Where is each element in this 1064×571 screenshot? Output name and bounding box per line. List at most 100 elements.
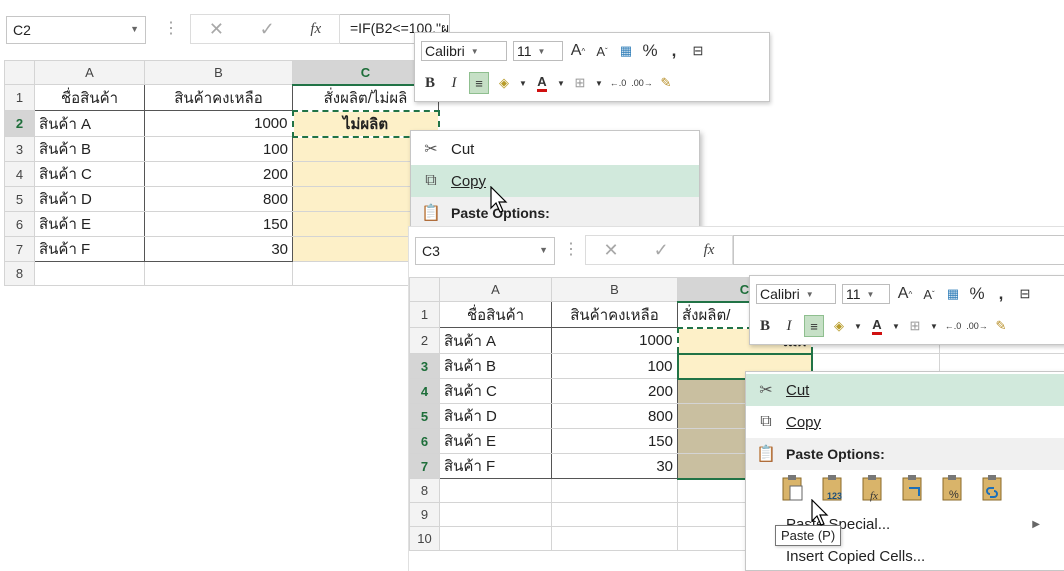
row-header[interactable]: 8: [5, 262, 35, 286]
paste-formulas-icon[interactable]: fx: [860, 474, 886, 502]
row-header[interactable]: 4: [5, 162, 35, 187]
cell-name[interactable]: สินค้า F: [440, 454, 552, 479]
formula-input[interactable]: [733, 235, 1064, 265]
chevron-down-icon[interactable]: ▼: [892, 316, 900, 336]
col-header-a[interactable]: A: [35, 61, 145, 85]
cell-empty[interactable]: [35, 262, 145, 286]
font-size-select[interactable]: 11▼: [842, 284, 890, 304]
font-color-icon[interactable]: A: [533, 73, 551, 93]
decrease-decimal-icon[interactable]: .00→: [968, 316, 986, 336]
insert-function-icon[interactable]: fx: [704, 242, 715, 259]
paste-link-icon[interactable]: [980, 474, 1006, 502]
cell-qty[interactable]: 200: [552, 379, 678, 404]
row-header[interactable]: 6: [5, 212, 35, 237]
row-header[interactable]: 3: [5, 137, 35, 162]
cancel-icon[interactable]: ✕: [209, 19, 224, 40]
percent-style-icon[interactable]: %: [641, 41, 659, 61]
formula-bar-grip[interactable]: ⋮: [163, 18, 175, 38]
comma-style-icon[interactable]: ,: [665, 41, 683, 61]
italic-icon[interactable]: I: [445, 73, 463, 93]
borders-format-icon[interactable]: ⊟: [1016, 284, 1034, 304]
font-color-icon[interactable]: A: [868, 316, 886, 336]
font-size-select[interactable]: 11▼: [513, 41, 563, 61]
cell-name[interactable]: สินค้า D: [35, 187, 145, 212]
cell-name[interactable]: สินค้า A: [440, 328, 552, 354]
cell-qty[interactable]: 1000: [145, 111, 293, 137]
increase-font-icon[interactable]: A^: [896, 284, 914, 304]
cell-name[interactable]: สินค้า E: [35, 212, 145, 237]
cell-name[interactable]: สินค้า A: [35, 111, 145, 137]
paste-formatting-icon[interactable]: %: [940, 474, 966, 502]
center-align-icon[interactable]: ≡: [804, 315, 824, 337]
cell-empty[interactable]: [440, 503, 552, 527]
cell-qty[interactable]: 30: [145, 237, 293, 262]
col-header-b[interactable]: B: [552, 278, 678, 302]
row-header[interactable]: 5: [410, 404, 440, 429]
comma-style-icon[interactable]: ,: [992, 284, 1010, 304]
row-header[interactable]: 4: [410, 379, 440, 404]
cell-empty[interactable]: [552, 479, 678, 503]
format-painter-icon[interactable]: ✎: [992, 316, 1010, 336]
paste-values-icon[interactable]: 123: [820, 474, 846, 502]
decrease-decimal-icon[interactable]: .00→: [633, 73, 651, 93]
header-cell[interactable]: ชื่อสินค้า: [440, 302, 552, 328]
center-align-icon[interactable]: ≡: [469, 72, 489, 94]
cell-name[interactable]: สินค้า D: [440, 404, 552, 429]
header-cell[interactable]: สินค้าคงเหลือ: [552, 302, 678, 328]
row-header[interactable]: 2: [5, 111, 35, 137]
borders-icon[interactable]: ⊞: [906, 316, 924, 336]
cell-qty[interactable]: 800: [552, 404, 678, 429]
cell-qty[interactable]: 1000: [552, 328, 678, 354]
enter-icon[interactable]: ✓: [260, 19, 275, 40]
menu-item-cut[interactable]: ✂ Cut: [411, 133, 699, 165]
cell-name[interactable]: สินค้า B: [440, 354, 552, 379]
bold-icon[interactable]: B: [421, 73, 439, 93]
decrease-font-icon[interactable]: Aˇ: [593, 41, 611, 61]
cell-qty[interactable]: 150: [552, 429, 678, 454]
menu-item-cut[interactable]: ✂ Cut: [746, 374, 1064, 406]
paste-icon[interactable]: [780, 474, 806, 502]
italic-icon[interactable]: I: [780, 316, 798, 336]
row-header[interactable]: 7: [410, 454, 440, 479]
row-header[interactable]: 3: [410, 354, 440, 379]
chevron-down-icon[interactable]: ▼: [130, 24, 139, 34]
name-box[interactable]: C3 ▼: [415, 237, 555, 265]
borders-icon[interactable]: ⊞: [571, 73, 589, 93]
row-header[interactable]: 1: [410, 302, 440, 328]
increase-font-icon[interactable]: A^: [569, 41, 587, 61]
cell-name[interactable]: สินค้า C: [35, 162, 145, 187]
chevron-down-icon[interactable]: ▼: [539, 245, 548, 255]
name-box[interactable]: C2 ▼: [6, 16, 146, 44]
number-format-icon[interactable]: ▦: [617, 41, 635, 61]
cell-name[interactable]: สินค้า B: [35, 137, 145, 162]
cell-qty[interactable]: 100: [145, 137, 293, 162]
row-header[interactable]: 2: [410, 328, 440, 354]
row-header[interactable]: 7: [5, 237, 35, 262]
number-format-icon[interactable]: ▦: [944, 284, 962, 304]
cell-name[interactable]: สินค้า E: [440, 429, 552, 454]
header-cell[interactable]: ชื่อสินค้า: [35, 85, 145, 111]
cell-empty[interactable]: [552, 503, 678, 527]
fill-color-icon[interactable]: ◈: [830, 316, 848, 336]
cell-qty[interactable]: 800: [145, 187, 293, 212]
select-all-corner[interactable]: [5, 61, 35, 85]
increase-decimal-icon[interactable]: ←.0: [609, 73, 627, 93]
cell-name[interactable]: สินค้า F: [35, 237, 145, 262]
decrease-font-icon[interactable]: Aˇ: [920, 284, 938, 304]
row-header[interactable]: 10: [410, 527, 440, 551]
menu-item-copy[interactable]: ⧉ Copy: [746, 406, 1064, 438]
chevron-down-icon[interactable]: ▼: [930, 316, 938, 336]
formula-bar-grip[interactable]: ⋮: [563, 239, 575, 259]
col-header-b[interactable]: B: [145, 61, 293, 85]
select-all-corner[interactable]: [410, 278, 440, 302]
cell-name[interactable]: สินค้า C: [440, 379, 552, 404]
chevron-down-icon[interactable]: ▼: [854, 316, 862, 336]
format-painter-icon[interactable]: ✎: [657, 73, 675, 93]
chevron-down-icon[interactable]: ▼: [519, 73, 527, 93]
row-header[interactable]: 5: [5, 187, 35, 212]
increase-decimal-icon[interactable]: ←.0: [944, 316, 962, 336]
paste-transpose-icon[interactable]: [900, 474, 926, 502]
header-cell[interactable]: สินค้าคงเหลือ: [145, 85, 293, 111]
col-header-a[interactable]: A: [440, 278, 552, 302]
chevron-down-icon[interactable]: ▼: [557, 73, 565, 93]
